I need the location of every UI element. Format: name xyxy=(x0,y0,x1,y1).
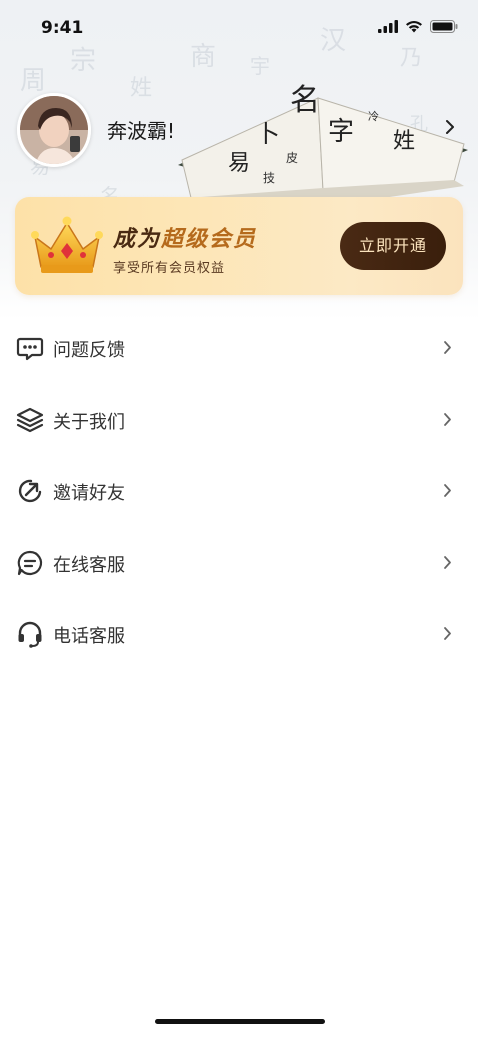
feedback-icon xyxy=(16,337,44,361)
chevron-right-icon xyxy=(444,555,451,569)
menu-item-online-service[interactable]: 在线客服 xyxy=(0,527,478,599)
home-indicator[interactable] xyxy=(155,1019,325,1024)
chevron-right-icon[interactable] xyxy=(445,119,455,135)
status-bar: 9:41 xyxy=(0,0,478,60)
menu-label-online-service: 在线客服 xyxy=(53,554,125,576)
chevron-right-icon xyxy=(444,341,451,354)
menu-item-invite-friends[interactable]: 邀请好友 xyxy=(0,455,478,527)
settings-menu: 问题反馈 关于我们 邀请好友 在线客服 电话客服 xyxy=(0,312,478,670)
status-time: 9:41 xyxy=(41,18,84,38)
chevron-right-icon xyxy=(444,484,451,497)
chevron-right-icon xyxy=(444,412,451,426)
signal-icon xyxy=(378,20,398,33)
vip-subtitle: 享受所有会员权益 xyxy=(113,261,226,276)
battery-icon xyxy=(430,20,458,33)
vip-banner[interactable]: 成为超级会员 享受所有会员权益 立即开通 xyxy=(15,197,463,295)
chat-icon xyxy=(17,550,43,575)
chevron-right-icon xyxy=(444,627,451,640)
menu-label-about-us: 关于我们 xyxy=(53,411,125,433)
menu-item-feedback[interactable]: 问题反馈 xyxy=(0,312,478,384)
menu-item-about-us[interactable]: 关于我们 xyxy=(0,384,478,456)
svg-text:技: 技 xyxy=(263,171,275,185)
layers-icon xyxy=(16,407,44,432)
activate-vip-button[interactable]: 立即开通 xyxy=(340,222,446,270)
wifi-icon xyxy=(406,21,422,33)
crown-icon xyxy=(31,216,103,273)
menu-label-feedback: 问题反馈 xyxy=(53,340,125,361)
vip-title: 成为超级会员 xyxy=(113,227,258,252)
avatar[interactable] xyxy=(17,93,91,167)
share-icon xyxy=(18,479,42,503)
menu-label-phone-service: 电话客服 xyxy=(53,626,125,647)
profile-row[interactable]: 奔波霸! xyxy=(17,93,461,169)
menu-label-invite-friends: 邀请好友 xyxy=(53,483,125,504)
menu-item-phone-service[interactable]: 电话客服 xyxy=(0,598,478,670)
username: 奔波霸! xyxy=(107,119,176,143)
headset-icon xyxy=(18,621,42,648)
